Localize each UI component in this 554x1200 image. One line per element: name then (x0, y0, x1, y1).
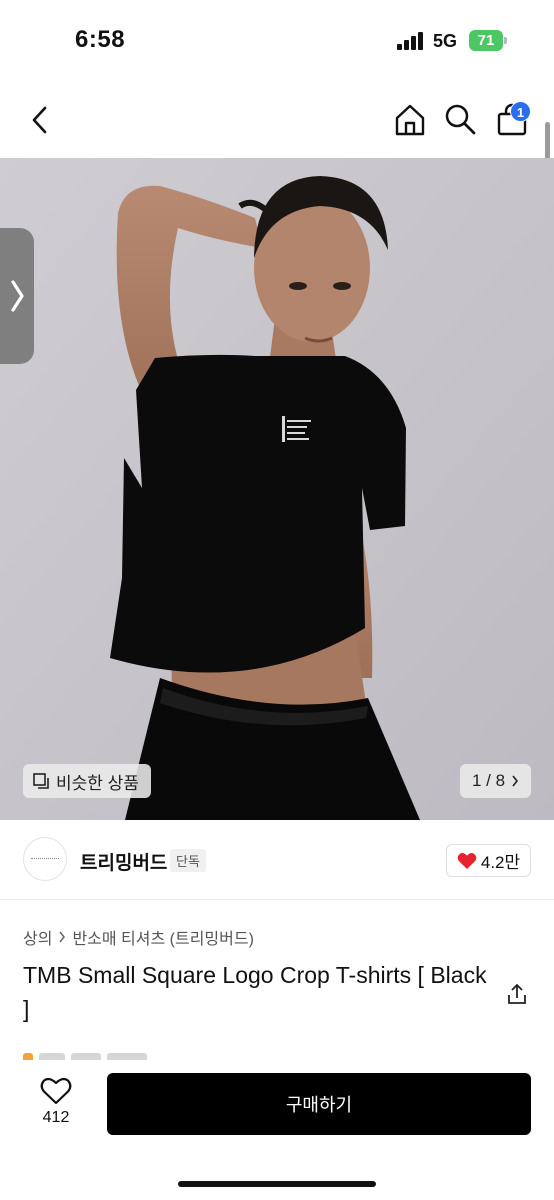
seller-row: 트리밍버드 단독 4.2만 (0, 820, 554, 900)
product-title: TMB Small Square Logo Crop T-shirts [ Bl… (23, 962, 487, 1022)
seller-name[interactable]: 트리밍버드 (80, 848, 167, 875)
battery-tip (504, 37, 507, 44)
chevron-right-icon (512, 775, 519, 787)
page-counter-label: 1 / 8 (471, 771, 506, 790)
wishlist-count: 412 (42, 1109, 70, 1126)
bottom-action-bar: 412 구매하기 (0, 1060, 554, 1200)
like-button[interactable]: 4.2만 (446, 844, 531, 877)
home-icon[interactable] (392, 102, 428, 138)
back-icon[interactable] (26, 102, 54, 138)
chevron-right-icon (11, 280, 24, 312)
side-panel-tab[interactable] (0, 228, 34, 364)
heart-icon (457, 852, 477, 869)
like-count: 4.2만 (480, 853, 521, 872)
network-type: 5G (433, 31, 458, 51)
buy-button[interactable]: 구매하기 (107, 1073, 531, 1135)
seller-avatar[interactable] (23, 837, 67, 881)
signal-icon (397, 32, 425, 50)
breadcrumb-item[interactable]: 반소매 티셔츠 (트리밍버드) (72, 925, 253, 949)
cart-count-badge: 1 (510, 101, 531, 122)
similar-icon (33, 772, 49, 789)
status-time: 6:58 (75, 26, 126, 53)
breadcrumb-item[interactable]: 상의 (23, 925, 52, 949)
image-page-counter[interactable]: 1 / 8 (460, 764, 531, 798)
wishlist-heart-icon[interactable] (40, 1077, 72, 1105)
product-photo (0, 158, 554, 820)
search-icon[interactable] (443, 102, 477, 136)
home-indicator (178, 1181, 376, 1187)
battery-icon: 71 (469, 30, 503, 51)
product-image[interactable]: 비슷한 상품 1 / 8 (0, 158, 554, 820)
share-icon[interactable] (505, 982, 529, 1006)
top-nav (0, 84, 554, 158)
battery-level: 71 (477, 32, 495, 49)
exclusive-badge: 단독 (170, 849, 206, 872)
chevron-right-icon (59, 931, 66, 943)
status-bar: 6:58 5G 71 (0, 0, 554, 84)
similar-products-button[interactable]: 비슷한 상품 (23, 764, 151, 798)
similar-products-label: 비슷한 상품 (56, 773, 139, 793)
breadcrumb: 상의 반소매 티셔츠 (트리밍버드) (23, 925, 254, 949)
